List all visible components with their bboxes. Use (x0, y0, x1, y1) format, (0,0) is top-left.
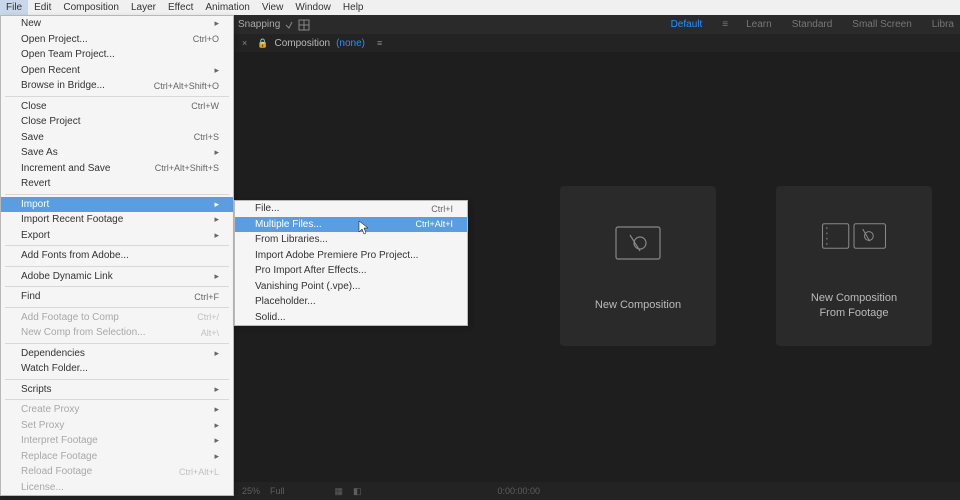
new-composition-from-footage-icon (819, 211, 889, 261)
new-composition-icon (603, 218, 673, 268)
file-menu-item-2[interactable]: Open Team Project... (1, 47, 233, 63)
file-menu-item-10[interactable]: Increment and SaveCtrl+Alt+Shift+S (1, 161, 233, 177)
file-menu-item-8[interactable]: SaveCtrl+S (1, 130, 233, 146)
mask-toggle-icon[interactable]: ◧ (353, 486, 362, 497)
file-menu-item-14[interactable]: Import Recent Footage▸ (1, 212, 233, 228)
file-menu-item-9[interactable]: Save As▸ (1, 145, 233, 161)
new-composition-card[interactable]: New Composition (560, 186, 716, 346)
menu-edit[interactable]: Edit (28, 0, 57, 15)
workspace-standard[interactable]: Standard (792, 19, 833, 30)
lock-icon[interactable]: 🔒 (257, 38, 268, 49)
tab-close-icon[interactable]: × (242, 38, 247, 48)
import-menu-item-3[interactable]: Import Adobe Premiere Pro Project... (235, 248, 467, 264)
workspace-menu-icon[interactable]: ≡ (722, 19, 726, 30)
snap-grid-icon[interactable] (298, 19, 310, 31)
file-menu-item-11[interactable]: Revert (1, 176, 233, 192)
menu-view[interactable]: View (256, 0, 290, 15)
composition-none: (none) (336, 38, 365, 49)
file-menu-item-23: Add Footage to CompCtrl+/ (1, 310, 233, 326)
menu-window[interactable]: Window (289, 0, 337, 15)
grid-icon[interactable]: ▦ (335, 486, 344, 497)
import-menu-item-2[interactable]: From Libraries... (235, 232, 467, 248)
file-menu-item-36: License... (1, 480, 233, 496)
new-composition-from-footage-label: New CompositionFrom Footage (811, 291, 897, 322)
import-menu-item-7[interactable]: Solid... (235, 310, 467, 326)
file-menu-item-31: Create Proxy▸ (1, 402, 233, 418)
file-menu-item-34: Replace Footage▸ (1, 449, 233, 465)
resolution[interactable]: Full (270, 486, 285, 496)
new-composition-label: New Composition (595, 298, 681, 313)
file-menu-item-26[interactable]: Dependencies▸ (1, 346, 233, 362)
file-menu-item-35: Reload FootageCtrl+Alt+L (1, 464, 233, 480)
menu-file[interactable]: File (0, 0, 28, 15)
workspace-small-screen[interactable]: Small Screen (852, 19, 911, 30)
menu-animation[interactable]: Animation (199, 0, 255, 15)
file-menu-item-4[interactable]: Browse in Bridge...Ctrl+Alt+Shift+O (1, 78, 233, 94)
import-menu-item-5[interactable]: Vanishing Point (.vpe)... (235, 279, 467, 295)
zoom-pct[interactable]: 25% (242, 486, 260, 496)
composition-tab-label[interactable]: Composition (274, 38, 330, 49)
menu-composition[interactable]: Composition (57, 0, 125, 15)
import-menu-item-0[interactable]: File...Ctrl+I (235, 201, 467, 217)
file-menu-item-32: Set Proxy▸ (1, 418, 233, 434)
import-submenu: File...Ctrl+IMultiple Files...Ctrl+Alt+I… (234, 200, 468, 326)
workspace-tabs: Default ≡ Learn Standard Small Screen Li… (671, 15, 954, 34)
file-menu-item-0[interactable]: New▸ (1, 16, 233, 32)
file-menu-item-15[interactable]: Export▸ (1, 228, 233, 244)
import-menu-item-4[interactable]: Pro Import After Effects... (235, 263, 467, 279)
snap-opt-icon[interactable] (284, 20, 294, 30)
workspace-learn[interactable]: Learn (746, 19, 772, 30)
new-composition-from-footage-card[interactable]: New CompositionFrom Footage (776, 186, 932, 346)
snapping-label: Snapping (238, 19, 280, 30)
file-menu-item-33: Interpret Footage▸ (1, 433, 233, 449)
workspace-default[interactable]: Default (671, 19, 703, 30)
file-menu-item-24: New Comp from Selection...Alt+\ (1, 325, 233, 341)
file-menu-item-27[interactable]: Watch Folder... (1, 361, 233, 377)
file-menu-item-6[interactable]: CloseCtrl+W (1, 99, 233, 115)
file-menu-item-1[interactable]: Open Project...Ctrl+O (1, 32, 233, 48)
file-menu: New▸Open Project...Ctrl+OOpen Team Proje… (0, 15, 234, 496)
workspace-libraries[interactable]: Libra (932, 19, 954, 30)
file-menu-item-17[interactable]: Add Fonts from Adobe... (1, 248, 233, 264)
panel-menu-icon[interactable]: ≡ (377, 38, 381, 48)
file-menu-item-3[interactable]: Open Recent▸ (1, 63, 233, 79)
import-menu-item-6[interactable]: Placeholder... (235, 294, 467, 310)
file-menu-item-7[interactable]: Close Project (1, 114, 233, 130)
time-display[interactable]: 0:00:00:00 (497, 486, 540, 496)
menu-help[interactable]: Help (337, 0, 370, 15)
file-menu-item-21[interactable]: FindCtrl+F (1, 289, 233, 305)
menu-layer[interactable]: Layer (125, 0, 162, 15)
file-menu-item-29[interactable]: Scripts▸ (1, 382, 233, 398)
file-menu-item-19[interactable]: Adobe Dynamic Link▸ (1, 269, 233, 285)
menubar: FileEditCompositionLayerEffectAnimationV… (0, 0, 960, 15)
menu-effect[interactable]: Effect (162, 0, 199, 15)
import-menu-item-1[interactable]: Multiple Files...Ctrl+Alt+I (235, 217, 467, 233)
file-menu-item-13[interactable]: Import▸ (1, 197, 233, 213)
